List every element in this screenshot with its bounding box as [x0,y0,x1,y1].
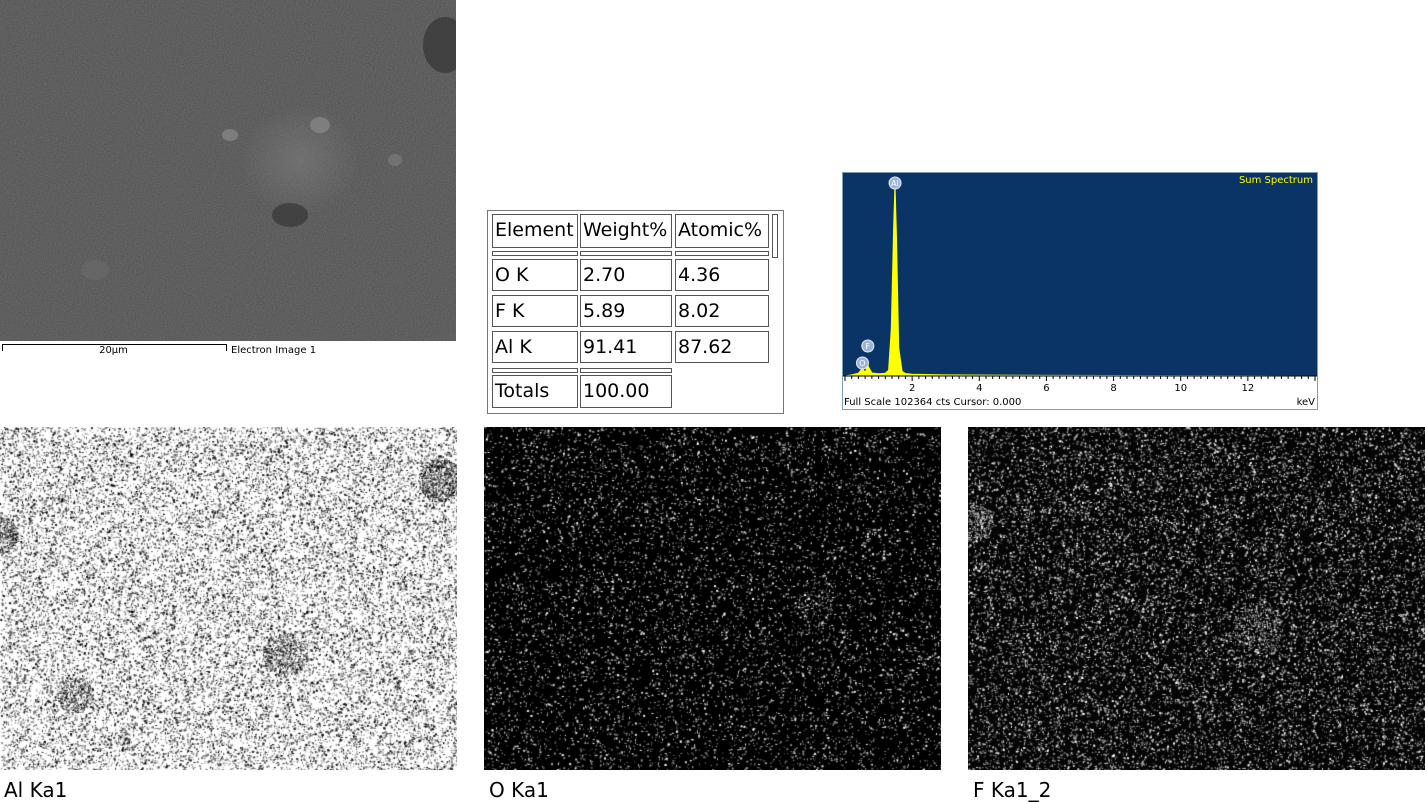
map-label-f: F Ka1_2 [973,778,1052,802]
separator [492,251,578,256]
spectrum-tick-label: 4 [976,383,982,394]
spectrum-tick-label: 6 [1043,383,1049,394]
peak-label-o: O [859,359,865,368]
row-f-element: F K [492,295,578,327]
separator [675,251,769,256]
map-f-ka1-2 [968,427,1425,770]
row-al-weight: 91.41 [580,331,672,363]
map-o-image [484,427,941,770]
electron-image-texture [0,0,456,341]
electron-image [0,0,456,341]
spectrum-chart: 2 4 6 8 10 12 Al FO [843,173,1317,394]
spectrum-tick-label: 2 [909,383,915,394]
totals-weight: 100.00 [580,375,672,408]
header-weight: Weight% [580,214,672,248]
row-f-weight: 5.89 [580,295,672,327]
header-atomic: Atomic% [675,214,769,248]
map-al-ka1 [0,427,457,770]
separator [580,251,672,256]
row-o-atomic: 4.36 [675,259,769,291]
spectrum-panel: 2 4 6 8 10 12 Al F O Sum Spectrum Full Scale 102… [842,172,1318,410]
row-al-element: Al K [492,331,578,363]
row-o-element: O K [492,259,578,291]
separator [492,368,578,373]
peak-label-f: F [866,342,871,351]
scale-bar-label: 20µm [99,345,128,356]
table-scrollbar[interactable] [772,214,778,258]
spectrum-unit: keV [1296,397,1315,408]
totals-label: Totals [492,375,578,408]
map-f-image [968,427,1425,770]
spectrum-plot-area [843,173,1317,376]
map-al-image [0,427,457,770]
spectrum-footer: Full Scale 102364 cts Cursor: 0.000 [844,397,1022,408]
row-al-atomic: 87.62 [675,331,769,363]
map-label-o: O Ka1 [489,778,549,802]
electron-image-caption: Electron Image 1 [231,345,317,356]
quantification-table: Element Weight% Atomic% O K 2.70 4.36 F … [487,210,784,414]
spectrum-tick-label: 8 [1110,383,1116,394]
separator [580,368,672,373]
spectrum-tick-label: 12 [1241,383,1254,394]
spectrum-title: Sum Spectrum [1238,175,1313,186]
map-o-ka1 [484,427,941,770]
row-f-atomic: 8.02 [675,295,769,327]
header-element: Element [492,214,578,248]
peak-label-al: Al [891,179,899,188]
spectrum-tick-label: 10 [1174,383,1187,394]
map-label-al: Al Ka1 [4,778,68,802]
row-o-weight: 2.70 [580,259,672,291]
